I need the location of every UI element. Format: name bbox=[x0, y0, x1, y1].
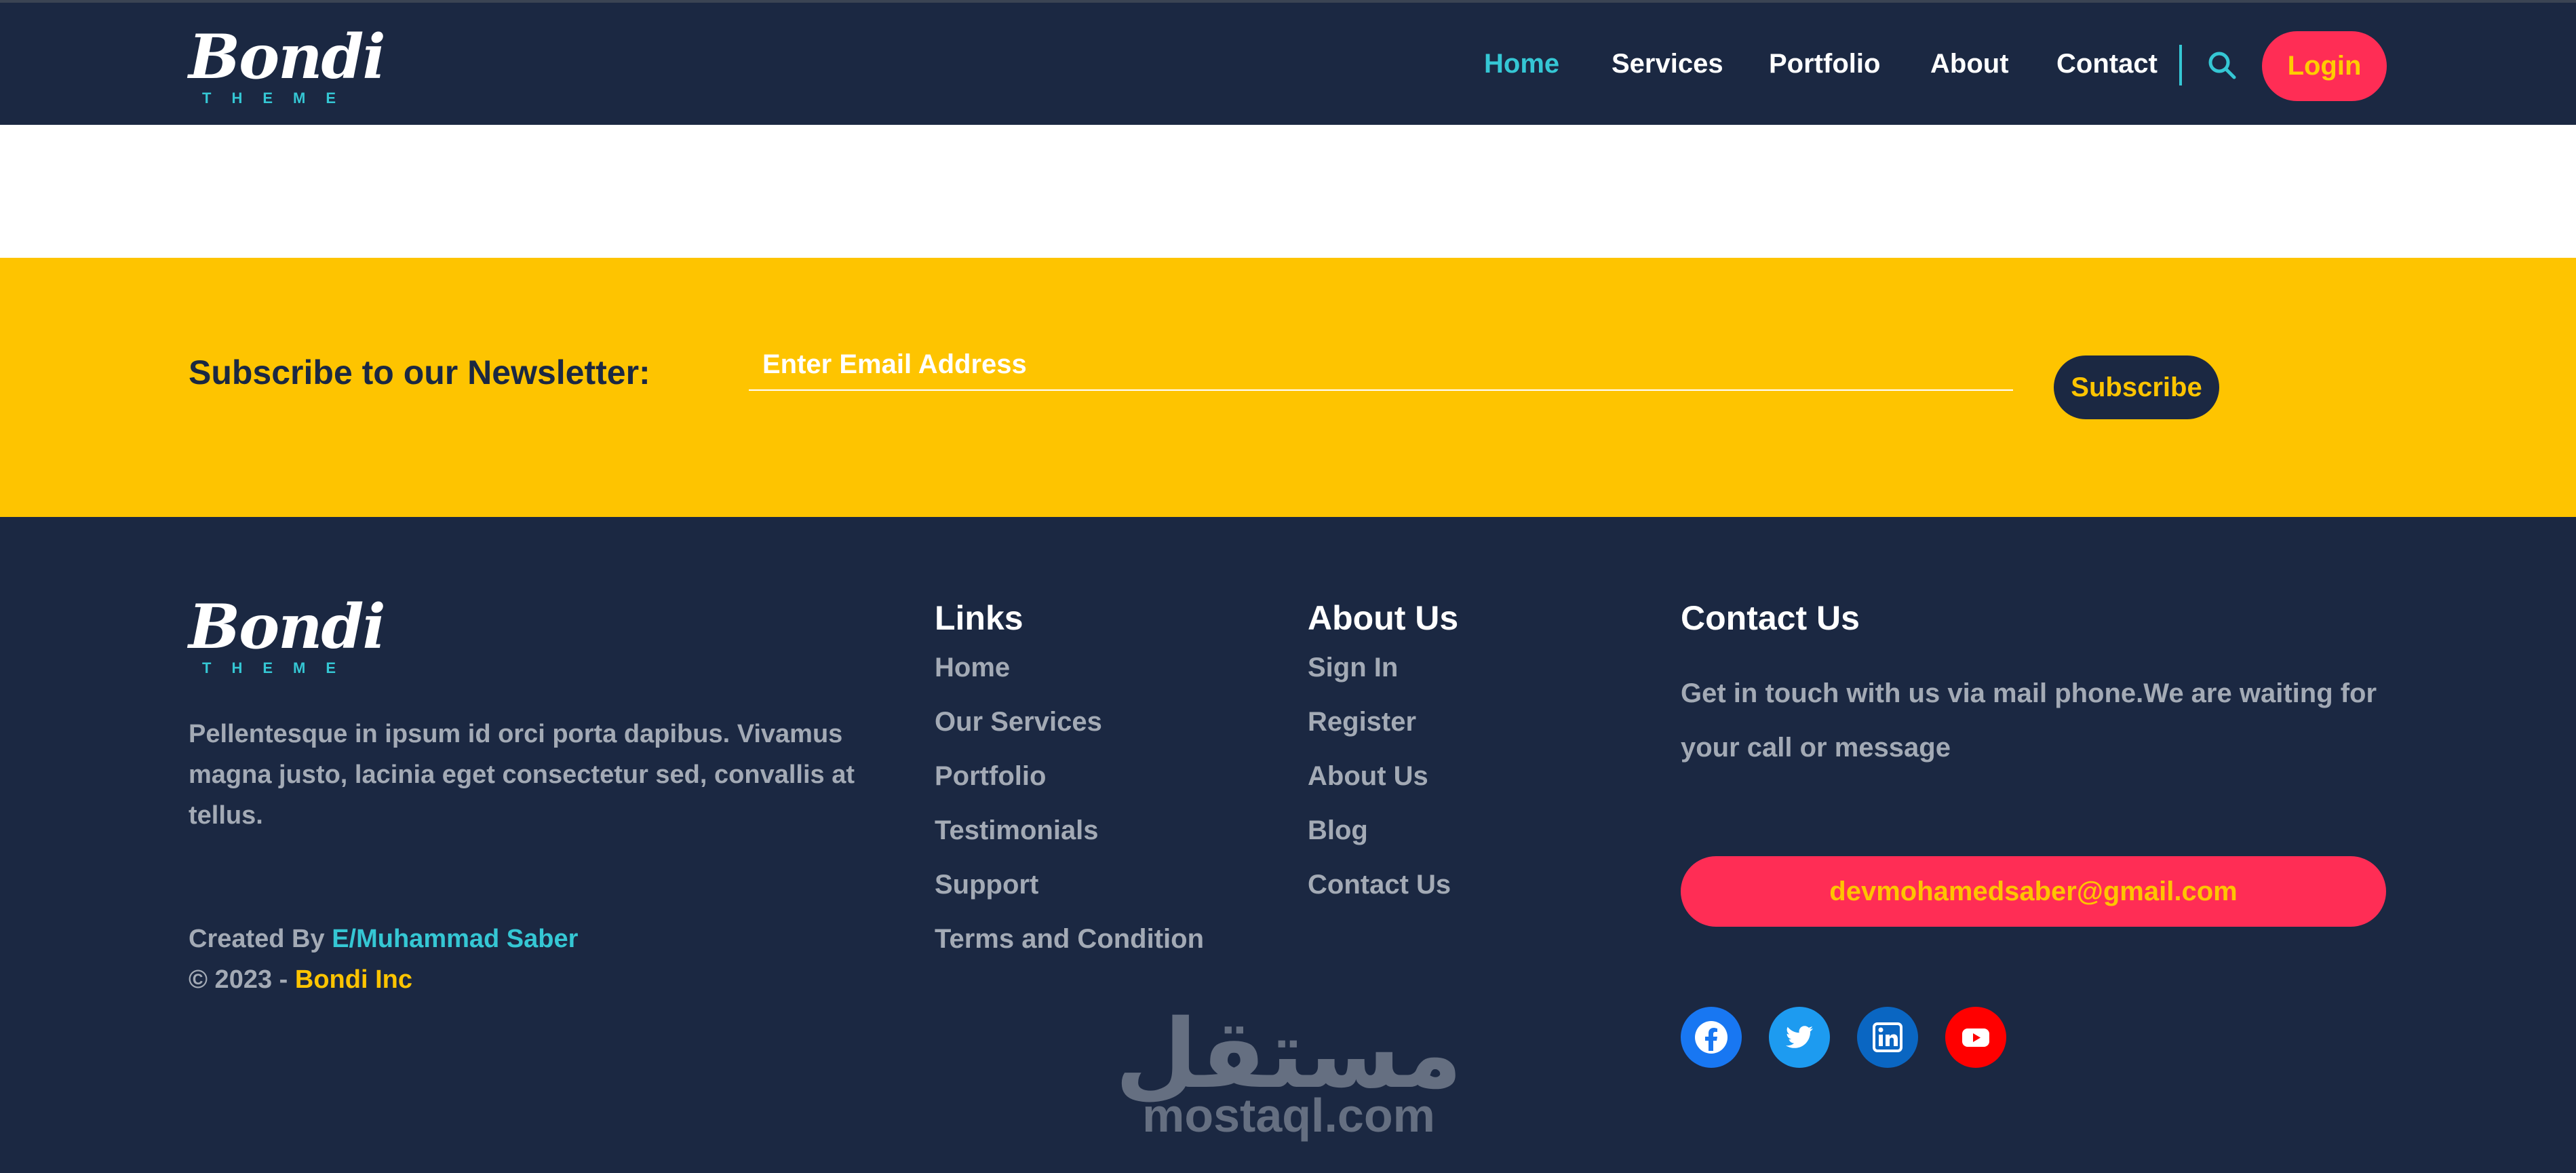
login-button[interactable]: Login bbox=[2262, 31, 2387, 101]
brand-name: Bondi bbox=[189, 21, 386, 93]
footer-credit: Created By E/Muhammad Saber © 2023 - Bon… bbox=[189, 919, 578, 1000]
contact-text: Get in touch with us via mail phone.We a… bbox=[1681, 678, 2377, 763]
nav-item-portfolio[interactable]: Portfolio bbox=[1769, 49, 1880, 79]
brand-tagline: THEME bbox=[202, 90, 356, 107]
watermark: مستقل mostaql.com bbox=[1112, 1004, 1465, 1153]
footer-description: Pellentesque in ipsum id orci porta dapi… bbox=[189, 720, 855, 830]
footer-link-contact[interactable]: Contact Us bbox=[1308, 870, 1451, 924]
created-by-label: Created By bbox=[189, 925, 332, 953]
links-list: Home Our Services Portfolio Testimonials… bbox=[935, 653, 1204, 978]
author-link[interactable]: E/Muhammad Saber bbox=[332, 925, 578, 953]
site-header: Bondi THEME Home Services Portfolio Abou… bbox=[0, 3, 2576, 125]
subscribe-button[interactable]: Subscribe bbox=[2054, 355, 2219, 419]
newsletter-section: Subscribe to our Newsletter: Subscribe bbox=[0, 258, 2576, 517]
footer-link-portfolio[interactable]: Portfolio bbox=[935, 761, 1204, 815]
footer-brand-name: Bondi bbox=[189, 591, 386, 663]
about-list: Sign In Register About Us Blog Contact U… bbox=[1308, 653, 1451, 924]
newsletter-title: Subscribe to our Newsletter: bbox=[189, 353, 650, 391]
contact-title: Contact Us bbox=[1681, 599, 1860, 637]
content-area bbox=[0, 125, 2576, 258]
footer-link-register[interactable]: Register bbox=[1308, 707, 1451, 761]
footer-link-services[interactable]: Our Services bbox=[935, 707, 1204, 761]
links-title: Links bbox=[935, 599, 1023, 637]
footer-link-home[interactable]: Home bbox=[935, 653, 1204, 707]
about-title: About Us bbox=[1308, 599, 1459, 637]
footer-brand-tagline: THEME bbox=[202, 659, 356, 676]
nav-item-home[interactable]: Home bbox=[1484, 49, 1559, 79]
facebook-icon[interactable] bbox=[1681, 1007, 1742, 1068]
footer-link-about[interactable]: About Us bbox=[1308, 761, 1451, 815]
company-link[interactable]: Bondi Inc bbox=[295, 965, 412, 994]
nav-item-about[interactable]: About bbox=[1930, 49, 2009, 79]
footer-link-support[interactable]: Support bbox=[935, 870, 1204, 924]
brand-logo[interactable]: Bondi THEME bbox=[189, 23, 386, 107]
footer-link-blog[interactable]: Blog bbox=[1308, 815, 1451, 870]
search-icon[interactable] bbox=[2207, 50, 2237, 80]
nav-item-contact[interactable]: Contact bbox=[2056, 49, 2158, 79]
youtube-icon[interactable] bbox=[1945, 1007, 2006, 1068]
watermark-latin: mostaql.com bbox=[1142, 1089, 1435, 1142]
email-field[interactable] bbox=[749, 339, 2013, 391]
nav-item-services[interactable]: Services bbox=[1612, 49, 1723, 79]
nav-divider bbox=[2179, 45, 2182, 85]
footer-link-sign-in[interactable]: Sign In bbox=[1308, 653, 1451, 707]
footer-link-testimonials[interactable]: Testimonials bbox=[935, 815, 1204, 870]
email-button[interactable]: devmohamedsaber@gmail.com bbox=[1681, 856, 2386, 927]
copyright-label: © 2023 - bbox=[189, 965, 295, 994]
footer-logo[interactable]: Bondi THEME bbox=[189, 593, 386, 676]
linkedin-icon[interactable] bbox=[1857, 1007, 1918, 1068]
twitter-icon[interactable] bbox=[1769, 1007, 1830, 1068]
footer-link-terms[interactable]: Terms and Condition bbox=[935, 924, 1204, 978]
